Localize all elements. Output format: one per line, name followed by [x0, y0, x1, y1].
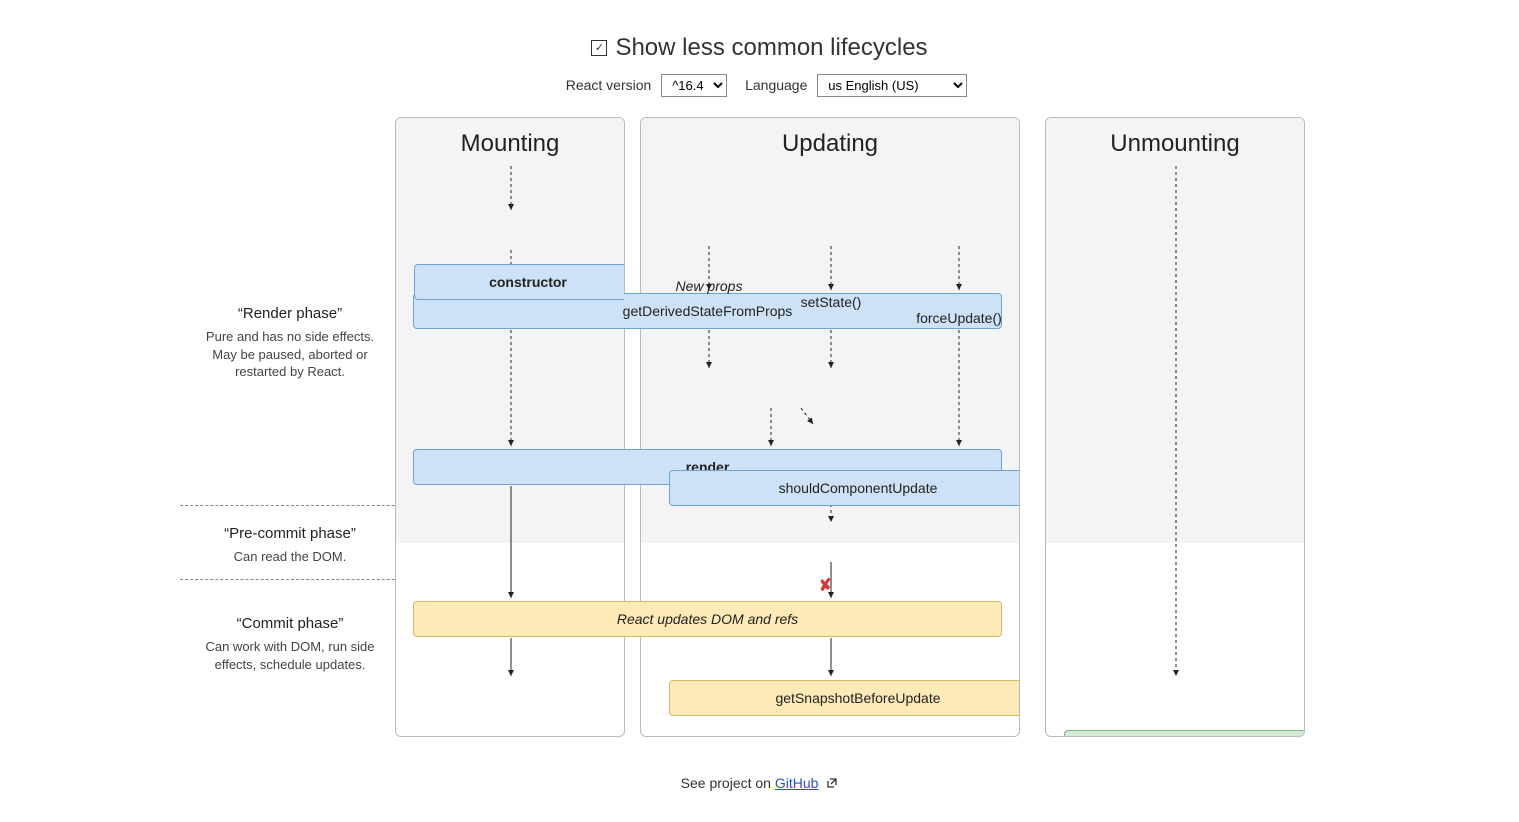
phase-render: “Render phase” Pure and has no side effe…	[200, 305, 380, 381]
github-link[interactable]: GitHub	[775, 775, 819, 791]
method-shouldComponentUpdate[interactable]: shouldComponentUpdate	[669, 470, 1020, 506]
language-select[interactable]: us English (US)	[817, 74, 967, 97]
phase-precommit: “Pre-commit phase” Can read the DOM.	[200, 525, 380, 566]
label-forceupdate: forceUpdate()	[770, 310, 1020, 326]
method-componentWillUnmount[interactable]: componentWillUnmount	[1064, 730, 1305, 737]
column-updating: Updating New props setState() forceUpdat…	[640, 117, 1020, 737]
phase-divider-2	[180, 579, 410, 580]
version-select[interactable]: ^16.4	[661, 74, 727, 97]
footer: See project on GitHub	[0, 757, 1519, 822]
checkbox-icon: ✓	[591, 40, 607, 56]
column-unmounting: Unmounting componentWillUnmount	[1045, 117, 1305, 737]
method-constructor[interactable]: constructor	[414, 264, 625, 300]
label-setstate: setState()	[642, 294, 1020, 310]
label-new-props: New props	[640, 278, 898, 294]
react-updates-dom: React updates DOM and refs	[413, 601, 1002, 637]
phase-divider-1	[180, 505, 410, 506]
method-getSnapshotBeforeUpdate[interactable]: getSnapshotBeforeUpdate	[669, 680, 1020, 716]
language-label: Language	[745, 77, 807, 93]
toggle-advanced[interactable]: ✓ Show less common lifecycles	[591, 34, 927, 62]
toggle-label: Show less common lifecycles	[615, 34, 927, 62]
version-label: React version	[566, 77, 652, 93]
external-link-icon	[826, 776, 838, 792]
phase-commit: “Commit phase” Can work with DOM, run si…	[200, 615, 380, 673]
column-mounting: Mounting constructor componentDidMount	[395, 117, 625, 737]
